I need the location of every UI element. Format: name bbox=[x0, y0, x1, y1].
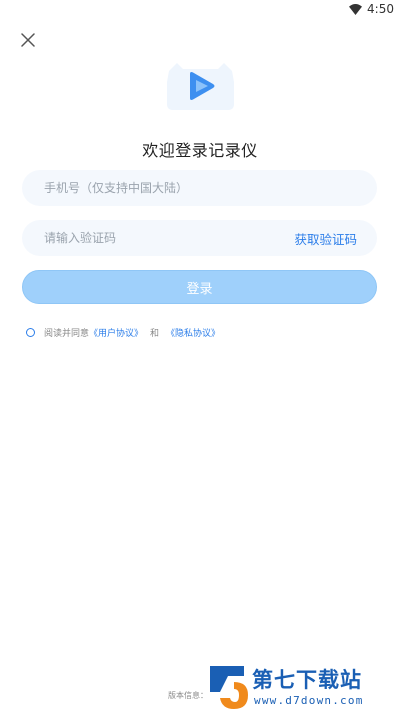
wifi-icon bbox=[349, 3, 363, 15]
status-bar: 4:50 bbox=[0, 0, 400, 20]
agreement-prefix: 阅读并同意 bbox=[44, 329, 90, 339]
app-logo bbox=[163, 60, 238, 115]
status-right: 4:50 bbox=[349, 2, 394, 16]
get-code-button[interactable]: 获取验证码 bbox=[294, 229, 357, 248]
watermark: 第七下载站 www.d7down.com bbox=[204, 662, 400, 711]
agreement-and: 和 bbox=[150, 329, 160, 339]
close-icon bbox=[21, 33, 35, 47]
watermark-url: www.d7down.com bbox=[254, 694, 364, 707]
version-label: 版本信息： bbox=[168, 691, 208, 700]
watermark-logo-icon bbox=[210, 666, 248, 709]
agreement-row: 阅读并同意 《用户协议》 和 《隐私协议》 bbox=[26, 326, 220, 339]
login-button[interactable]: 登录 bbox=[22, 270, 377, 304]
code-field[interactable]: 获取验证码 bbox=[22, 220, 377, 256]
user-agreement-link[interactable]: 《用户协议》 bbox=[89, 326, 143, 339]
phone-input[interactable] bbox=[42, 180, 357, 196]
close-button[interactable] bbox=[16, 28, 40, 52]
verification-code-input[interactable] bbox=[42, 230, 295, 246]
watermark-title: 第七下载站 bbox=[252, 668, 362, 692]
status-time: 4:50 bbox=[367, 2, 394, 16]
phone-field[interactable] bbox=[22, 170, 377, 206]
page-title: 欢迎登录记录仪 bbox=[142, 141, 258, 160]
agreement-radio[interactable] bbox=[26, 328, 35, 337]
privacy-policy-link[interactable]: 《隐私协议》 bbox=[166, 326, 220, 339]
play-logo-icon bbox=[167, 63, 234, 110]
